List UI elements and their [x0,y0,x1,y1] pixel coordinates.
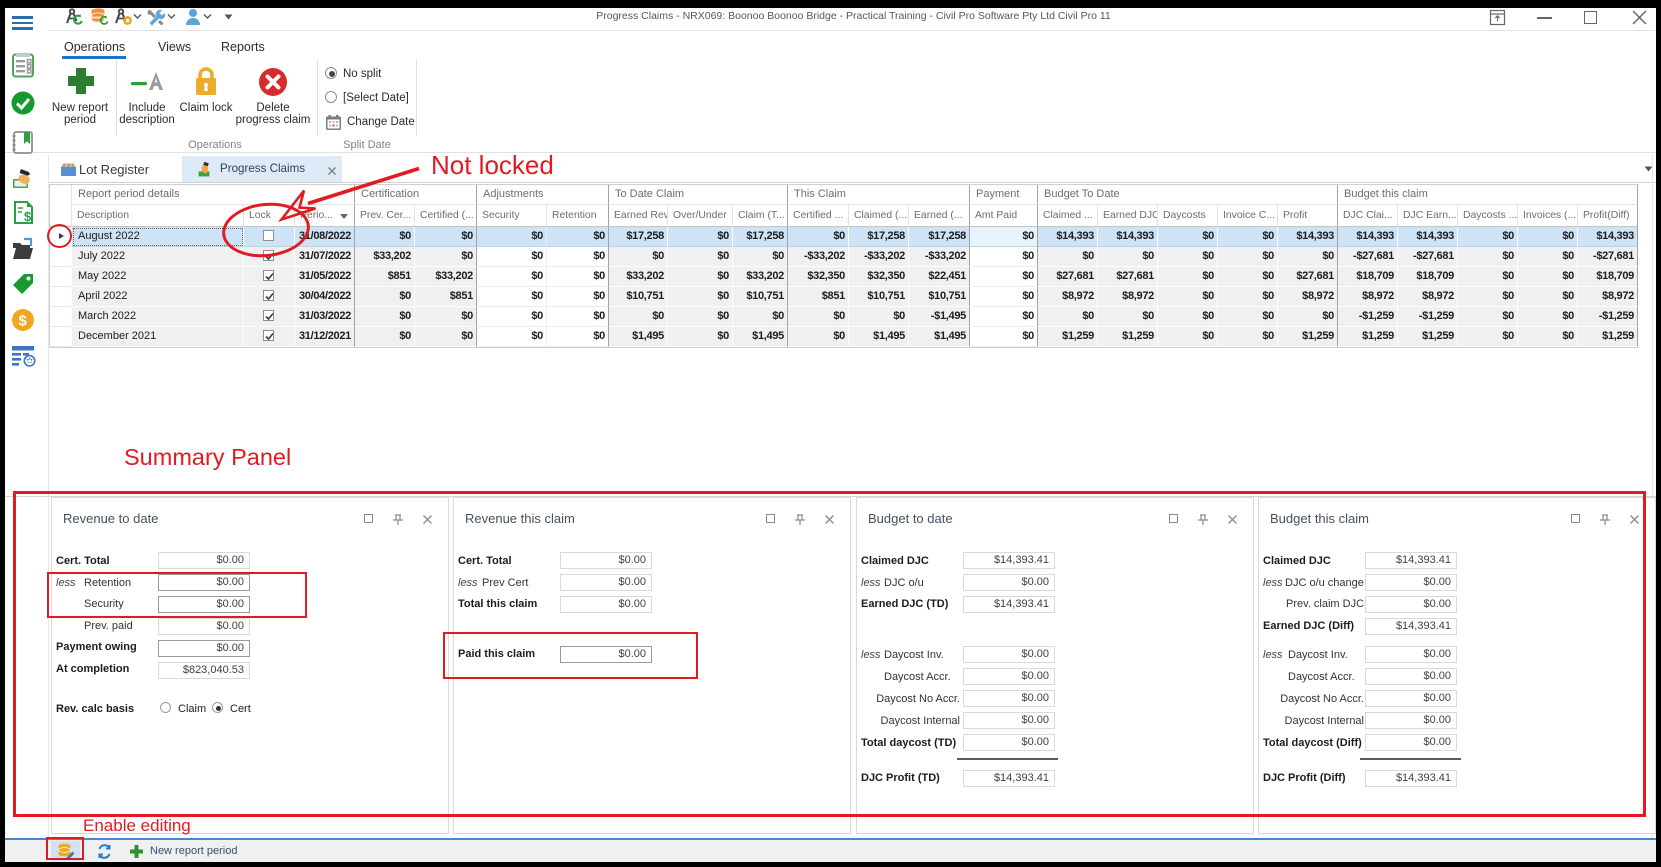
svg-text:$: $ [24,209,32,224]
svg-text:$: $ [19,313,28,330]
